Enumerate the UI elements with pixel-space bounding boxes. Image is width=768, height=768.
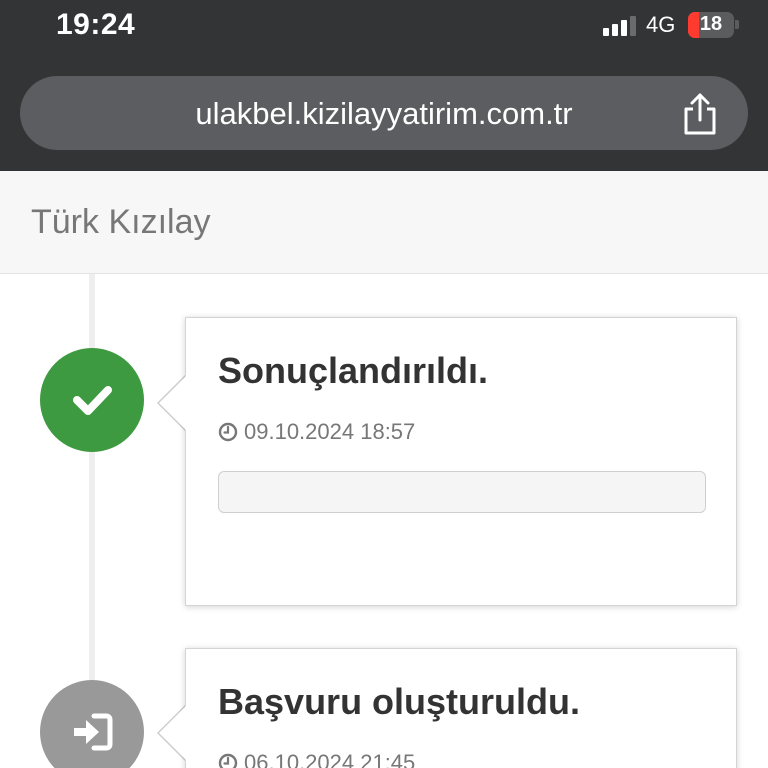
status-time: 19:24	[56, 8, 136, 41]
timeline-panel-arrow-inner	[159, 706, 186, 760]
timeline-panel: Başvuru oluşturuldu. 06.10.2024 21:45	[185, 648, 737, 768]
timeline-datetime-text: 06.10.2024 21:45	[244, 750, 416, 768]
battery-percent: 18	[699, 13, 723, 35]
timeline-badge-success	[40, 348, 144, 452]
check-icon	[73, 386, 112, 415]
url-text: ulakbel.kizilayyatirim.com.tr	[195, 96, 573, 131]
timeline-panel: Sonuçlandırıldı. 09.10.2024 18:57	[185, 317, 737, 606]
battery-icon: 18	[688, 12, 734, 38]
timeline-datetime: 09.10.2024 18:57	[218, 419, 415, 445]
timeline-panel-arrow-inner	[159, 376, 186, 430]
timeline-title: Sonuçlandırıldı.	[218, 350, 489, 391]
page-header: Türk Kızılay	[0, 171, 768, 274]
timeline-badge-default	[40, 680, 144, 768]
timeline-datetime-text: 09.10.2024 18:57	[244, 419, 416, 444]
clock-icon	[218, 422, 238, 442]
timeline-title: Başvuru oluşturuldu.	[218, 681, 581, 722]
brand-link[interactable]: Türk Kızılay	[31, 203, 210, 242]
browser-chrome: 19:24 4G 18 ulakbel.kizilayyatirim.com.t…	[0, 0, 768, 171]
signal-strength-icon	[603, 16, 637, 36]
network-type: 4G	[646, 12, 676, 37]
timeline-datetime: 06.10.2024 21:45	[218, 750, 415, 768]
share-icon[interactable]	[680, 92, 720, 136]
address-bar[interactable]: ulakbel.kizilayyatirim.com.tr	[20, 76, 748, 150]
clock-icon	[218, 753, 238, 768]
battery-cap	[735, 20, 739, 29]
sign-in-icon	[74, 713, 113, 751]
timeline-note-box	[218, 471, 706, 513]
